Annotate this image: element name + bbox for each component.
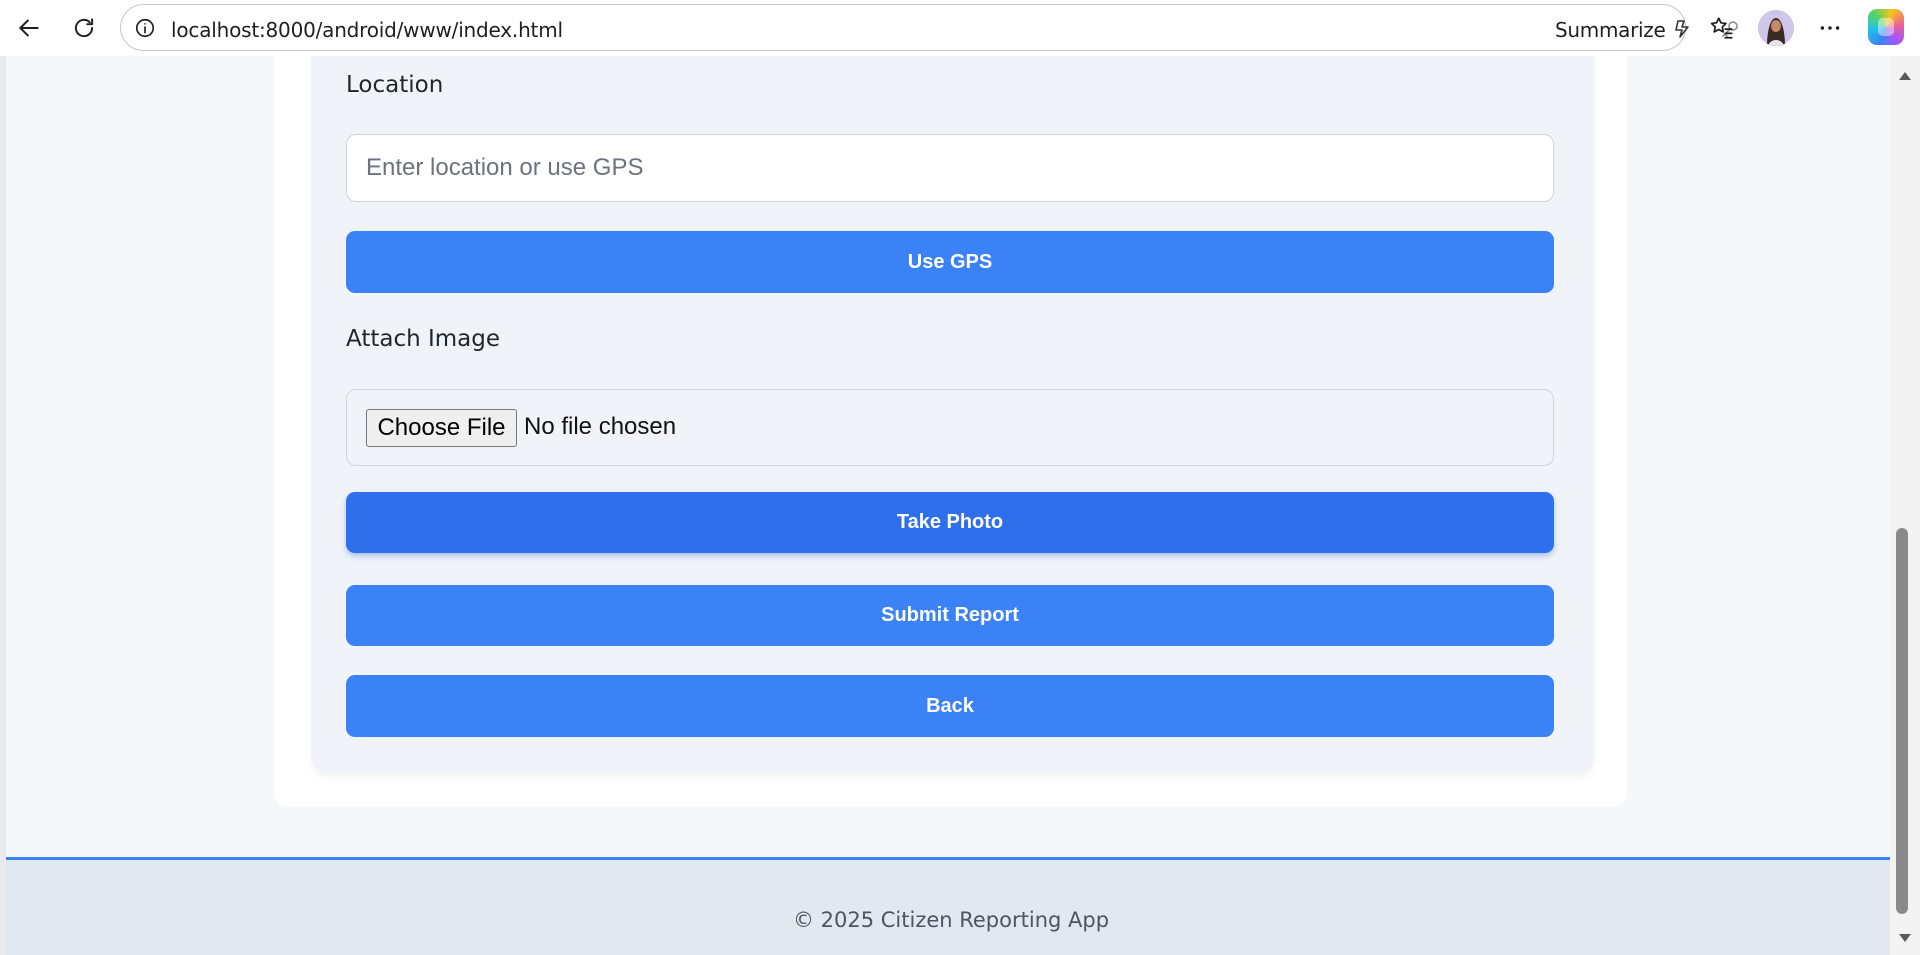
vertical-scrollbar[interactable] (1890, 56, 1920, 955)
use-gps-button[interactable]: Use GPS (346, 231, 1554, 293)
choose-file-button[interactable]: Choose File (366, 409, 517, 447)
page: Location Use GPS Attach Image Choose Fil… (6, 56, 1896, 955)
page-viewport: Location Use GPS Attach Image Choose Fil… (0, 56, 1920, 955)
more-icon[interactable] (1812, 10, 1848, 46)
copilot-icon[interactable] (1868, 9, 1904, 45)
location-input[interactable] (346, 134, 1554, 202)
refresh-button[interactable] (64, 8, 104, 48)
scroll-thumb[interactable] (1896, 528, 1908, 914)
address-bar[interactable]: localhost:8000/android/www/index.html Su… (120, 4, 1788, 51)
url-text[interactable]: localhost:8000/android/www/index.html (171, 18, 563, 42)
back-button[interactable] (9, 8, 49, 48)
favorites-icon[interactable] (1704, 10, 1740, 46)
scroll-down-icon[interactable] (1898, 932, 1912, 944)
avatar[interactable] (1758, 10, 1794, 46)
back-arrow-icon (19, 19, 39, 37)
refresh-icon (74, 18, 94, 38)
attach-image-label: Attach Image (346, 326, 501, 352)
footer: © 2025 Citizen Reporting App (6, 857, 1896, 955)
back-button-form[interactable]: Back (346, 675, 1554, 737)
file-status: No file chosen (524, 413, 677, 440)
browser-toolbar: localhost:8000/android/www/index.html Su… (0, 0, 1920, 56)
submit-report-button[interactable]: Submit Report (346, 585, 1554, 646)
summarize-button[interactable]: Summarize (1555, 18, 1666, 42)
take-photo-button[interactable]: Take Photo (346, 492, 1554, 553)
file-input[interactable]: Choose File No file chosen (346, 389, 1554, 466)
scroll-up-icon[interactable] (1898, 70, 1912, 82)
footer-copyright: © 2025 Citizen Reporting App (792, 908, 1110, 932)
info-icon[interactable] (133, 16, 157, 40)
location-label: Location (346, 72, 444, 98)
copilot-mode-icon[interactable] (1668, 15, 1696, 43)
